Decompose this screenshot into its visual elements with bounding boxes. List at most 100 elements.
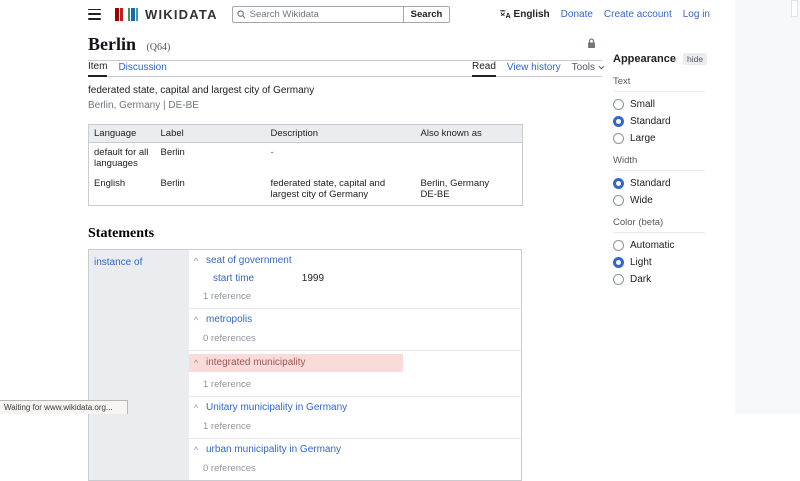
references-toggle[interactable]: 0 references: [203, 463, 513, 474]
browser-status-bar: Waiting for www.wikidata.org...: [0, 400, 128, 414]
radio-icon: [613, 240, 624, 251]
cell-language: default for all languages: [89, 143, 156, 175]
radio-label: Light: [630, 257, 652, 268]
radio-width-wide[interactable]: Wide: [613, 195, 705, 206]
col-language: Language: [89, 125, 156, 143]
radio-color-automatic[interactable]: Automatic: [613, 240, 705, 251]
donate-link[interactable]: Donate: [561, 9, 593, 20]
terms-table: Language Label Description Also known as…: [88, 124, 523, 206]
section-label-text: Text: [613, 76, 705, 92]
search-button[interactable]: Search: [404, 6, 451, 23]
radio-text-small[interactable]: Small: [613, 99, 705, 110]
terms-header-row: Language Label Description Also known as: [89, 125, 523, 143]
appearance-hide-button[interactable]: hide: [683, 53, 707, 65]
qualifiers: start time 1999: [213, 273, 513, 284]
cell-aliases: Berlin, Germany DE-BE: [416, 174, 523, 206]
qualifier-value: 1999: [302, 273, 324, 284]
table-row: default for all languages Berlin -: [89, 143, 523, 175]
table-row: English Berlin federated state, capital …: [89, 174, 523, 206]
main-content: Berlin (Q64) Item Discussion Read View h…: [88, 30, 602, 481]
rank-selector-icon[interactable]: ^: [194, 446, 201, 454]
radio-text-large[interactable]: Large: [613, 133, 705, 144]
rank-selector-icon[interactable]: ^: [194, 257, 201, 265]
search-input[interactable]: [250, 9, 399, 20]
language-selector[interactable]: A English: [499, 9, 550, 20]
section-label-width: Width: [613, 155, 705, 171]
text-size-options: Small Standard Large: [613, 99, 705, 144]
claim-value-link[interactable]: urban municipality in Germany: [206, 444, 341, 456]
qualifier-property-link[interactable]: start time: [213, 273, 299, 284]
claim-value-link[interactable]: Unitary municipality in Germany: [206, 402, 347, 414]
radio-icon: [613, 195, 624, 206]
radio-icon: [613, 274, 624, 285]
page-tabs: Item Discussion Read View history Tools: [88, 61, 602, 77]
title-row: Berlin (Q64): [88, 30, 602, 61]
radio-icon: [613, 133, 624, 144]
rank-selector-icon[interactable]: ^: [194, 404, 201, 412]
tools-label: Tools: [572, 62, 595, 73]
log-in-link[interactable]: Log in: [683, 9, 710, 20]
wikidata-logo[interactable]: WIKIDATA: [115, 7, 218, 22]
search-box[interactable]: [232, 6, 404, 23]
statement-unitary-municipality: ^ Unitary municipality in Germany 1 refe…: [189, 397, 521, 439]
section-label-color: Color (beta): [613, 217, 705, 233]
radio-selected-icon: [613, 178, 624, 189]
references-toggle[interactable]: 1 reference: [203, 379, 513, 390]
claim-value-link[interactable]: metropolis: [206, 314, 252, 326]
references-toggle[interactable]: 1 reference: [203, 291, 513, 302]
radio-label: Dark: [630, 274, 651, 285]
appearance-heading: Appearance: [613, 53, 676, 65]
statement-urban-municipality: ^ urban municipality in Germany 0 refere…: [189, 439, 521, 480]
tab-view-history[interactable]: View history: [507, 60, 561, 76]
col-description: Description: [266, 125, 416, 143]
claims-column: ^ seat of government start time 1999 1 r…: [189, 250, 521, 480]
radio-width-standard[interactable]: Standard: [613, 178, 705, 189]
tab-discussion[interactable]: Discussion: [118, 60, 166, 76]
radio-color-light[interactable]: Light: [613, 257, 705, 268]
entity-id: (Q64): [146, 42, 170, 53]
col-label: Label: [156, 125, 266, 143]
radio-label: Standard: [630, 178, 671, 189]
svg-text:A: A: [505, 11, 511, 19]
radio-label: Automatic: [630, 240, 674, 251]
col-also-known-as: Also known as: [416, 125, 523, 143]
radio-color-dark[interactable]: Dark: [613, 274, 705, 285]
page-title: Berlin: [88, 34, 136, 54]
entity-description: federated state, capital and largest cit…: [88, 85, 602, 111]
statements-heading: Statements: [88, 226, 602, 242]
claim-value-link[interactable]: integrated municipality: [206, 357, 306, 369]
claim-value-link[interactable]: seat of government: [206, 255, 292, 267]
cell-description: federated state, capital and largest cit…: [266, 174, 416, 206]
cell-label: Berlin: [156, 174, 266, 206]
radio-text-standard[interactable]: Standard: [613, 116, 705, 127]
radio-selected-icon: [613, 116, 624, 127]
aliases-text: Berlin, Germany | DE-BE: [88, 100, 602, 111]
search-bar: Search: [232, 6, 451, 23]
description-text: federated state, capital and largest cit…: [88, 85, 602, 96]
vertical-scrollbar[interactable]: [791, 0, 798, 17]
main-menu-icon[interactable]: [88, 9, 101, 20]
chevron-down-icon: [599, 64, 605, 70]
lock-icon: [587, 36, 596, 54]
create-account-link[interactable]: Create account: [604, 9, 672, 20]
cell-label: Berlin: [156, 143, 266, 175]
alias-line: DE-BE: [421, 189, 518, 200]
radio-label: Wide: [630, 195, 653, 206]
cell-description: -: [266, 143, 416, 175]
property-link-instance-of[interactable]: instance of: [94, 257, 142, 268]
search-icon: [237, 10, 246, 19]
tab-read[interactable]: Read: [472, 59, 496, 77]
rank-selector-icon[interactable]: ^: [194, 316, 201, 324]
statement-group: instance of ^ seat of government start t…: [88, 249, 522, 481]
cell-language: English: [89, 174, 156, 206]
rank-selector-icon[interactable]: ^: [194, 359, 201, 367]
width-options: Standard Wide: [613, 178, 705, 206]
references-toggle[interactable]: 1 reference: [203, 421, 513, 432]
property-column: instance of: [89, 250, 189, 480]
statement-integrated-municipality: ^ integrated municipality 1 reference: [189, 351, 521, 397]
references-toggle[interactable]: 0 references: [203, 333, 513, 344]
language-icon: A: [499, 9, 511, 19]
tools-menu[interactable]: Tools: [572, 60, 602, 76]
status-text: Waiting for www.wikidata.org...: [4, 403, 113, 412]
tab-item[interactable]: Item: [88, 59, 107, 77]
